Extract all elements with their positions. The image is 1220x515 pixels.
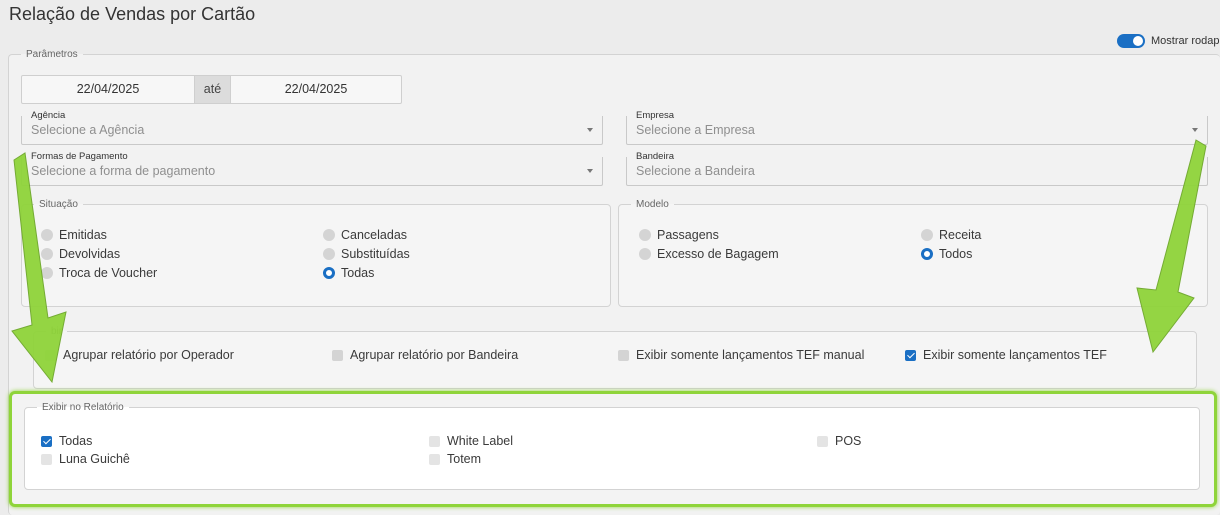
formas-pagamento-select[interactable]: Formas de Pagamento Selecione a forma de… bbox=[21, 151, 603, 186]
radio-selected-icon bbox=[921, 248, 933, 260]
radio-icon bbox=[639, 248, 651, 260]
agencia-select[interactable]: Agência Selecione a Agência bbox=[21, 110, 603, 145]
situacao-option-substituidas[interactable]: Substituídas bbox=[323, 247, 410, 261]
exibir-option-tef[interactable]: Exibir somente lançamentos TEF bbox=[905, 348, 1107, 362]
option-label: Agrupar relatório por Bandeira bbox=[350, 348, 519, 362]
checkbox-checked-icon bbox=[41, 435, 52, 447]
empresa-label: Empresa bbox=[636, 110, 675, 121]
bandeira-label: Bandeira bbox=[636, 151, 675, 162]
option-label: Excesso de Bagagem bbox=[657, 247, 779, 261]
bandeira-placeholder: Selecione a Bandeira bbox=[636, 164, 755, 178]
page-title: Relação de Vendas por Cartão bbox=[9, 4, 256, 24]
checkbox-icon bbox=[41, 453, 52, 465]
situacao-option-devolvidas[interactable]: Devolvidas bbox=[41, 247, 120, 261]
exibir-option-operador[interactable]: Agrupar relatório por Operador bbox=[45, 348, 234, 362]
formas-label: Formas de Pagamento bbox=[31, 151, 128, 162]
exibir-relatorio-fieldset: Exibir no Relatório bbox=[24, 402, 1200, 490]
params-legend: Parâmetros bbox=[26, 49, 78, 60]
situacao-option-todas[interactable]: Todas bbox=[323, 266, 374, 280]
option-label: Emitidas bbox=[59, 228, 107, 242]
radio-icon bbox=[921, 229, 933, 241]
date-separator: até bbox=[194, 76, 231, 103]
option-label: Canceladas bbox=[341, 228, 408, 242]
modelo-option-receita[interactable]: Receita bbox=[921, 228, 981, 242]
option-label: Totem bbox=[447, 452, 482, 466]
exibir-option-bandeira[interactable]: Agrupar relatório por Bandeira bbox=[332, 348, 518, 362]
empresa-select[interactable]: Empresa Selecione a Empresa bbox=[626, 110, 1208, 145]
option-label: POS bbox=[835, 434, 862, 448]
checkbox-icon bbox=[817, 435, 828, 447]
option-label: Exibir somente lançamentos TEF manual bbox=[636, 348, 865, 362]
situacao-option-canceladas[interactable]: Canceladas bbox=[323, 228, 407, 242]
agencia-label: Agência bbox=[31, 110, 66, 121]
situacao-legend: Situação bbox=[39, 199, 78, 210]
bandeira-select[interactable]: Bandeira Selecione a Bandeira bbox=[626, 151, 1208, 186]
radio-icon bbox=[323, 229, 335, 241]
situacao-option-emitidas[interactable]: Emitidas bbox=[41, 228, 107, 242]
option-label: Substituídas bbox=[341, 247, 410, 261]
option-label: Luna Guichê bbox=[59, 452, 130, 466]
checkbox-icon bbox=[332, 349, 343, 361]
chevron-down-icon bbox=[1192, 128, 1198, 132]
checkbox-icon bbox=[429, 435, 440, 447]
chevron-down-icon bbox=[587, 128, 593, 132]
option-label: Devolvidas bbox=[59, 247, 121, 261]
modelo-legend: Modelo bbox=[636, 199, 669, 210]
radio-icon bbox=[639, 229, 651, 241]
toggle-switch[interactable] bbox=[1117, 34, 1145, 48]
relatorio-option-totem[interactable]: Totem bbox=[429, 452, 481, 466]
option-label: Receita bbox=[939, 228, 982, 242]
checkbox-checked-icon bbox=[905, 349, 916, 361]
radio-icon bbox=[41, 229, 53, 241]
option-label: Passagens bbox=[657, 228, 719, 242]
radio-selected-icon bbox=[323, 267, 335, 279]
radio-icon bbox=[41, 248, 53, 260]
relatorio-option-pos[interactable]: POS bbox=[817, 434, 861, 448]
radio-icon bbox=[323, 248, 335, 260]
empresa-placeholder: Selecione a Empresa bbox=[636, 123, 755, 137]
radio-icon bbox=[41, 267, 53, 279]
checkbox-icon bbox=[618, 349, 629, 361]
chevron-down-icon bbox=[587, 169, 593, 173]
option-label: Troca de Voucher bbox=[59, 266, 158, 280]
footer-toggle[interactable]: Mostrar rodapé bbox=[1117, 34, 1220, 48]
checkbox-icon bbox=[429, 453, 440, 465]
modelo-option-passagens[interactable]: Passagens bbox=[639, 228, 719, 242]
modelo-option-excesso[interactable]: Excesso de Bagagem bbox=[639, 247, 779, 261]
agencia-placeholder: Selecione a Agência bbox=[31, 123, 145, 137]
exibir-option-tef-manual[interactable]: Exibir somente lançamentos TEF manual bbox=[618, 348, 864, 362]
date-from-input[interactable]: 22/04/2025 bbox=[22, 76, 194, 103]
option-label: White Label bbox=[447, 434, 514, 448]
option-label: Agrupar relatório por Operador bbox=[63, 348, 234, 362]
option-label: Exibir somente lançamentos TEF bbox=[923, 348, 1107, 362]
exibir-legend: bir bbox=[51, 326, 63, 337]
option-label: Todas bbox=[59, 434, 93, 448]
option-label: Todos bbox=[939, 247, 973, 261]
relatorio-option-luna[interactable]: Luna Guichê bbox=[41, 452, 130, 466]
date-range: 22/04/2025 até 22/04/2025 bbox=[21, 75, 402, 104]
checkbox-icon bbox=[45, 349, 56, 361]
modelo-option-todos[interactable]: Todos bbox=[921, 247, 972, 261]
option-label: Todas bbox=[341, 266, 375, 280]
date-to-input[interactable]: 22/04/2025 bbox=[231, 76, 401, 103]
footer-toggle-label: Mostrar rodapé bbox=[1151, 35, 1220, 47]
relatorio-option-todas[interactable]: Todas bbox=[41, 434, 92, 448]
exibir-relatorio-legend: Exibir no Relatório bbox=[42, 402, 124, 413]
formas-placeholder: Selecione a forma de pagamento bbox=[31, 164, 216, 178]
relatorio-option-white-label[interactable]: White Label bbox=[429, 434, 513, 448]
situacao-option-troca[interactable]: Troca de Voucher bbox=[41, 266, 157, 280]
exibir-relatorio-highlight: Exibir no Relatório Todas Luna Guichê Wh… bbox=[9, 391, 1217, 507]
